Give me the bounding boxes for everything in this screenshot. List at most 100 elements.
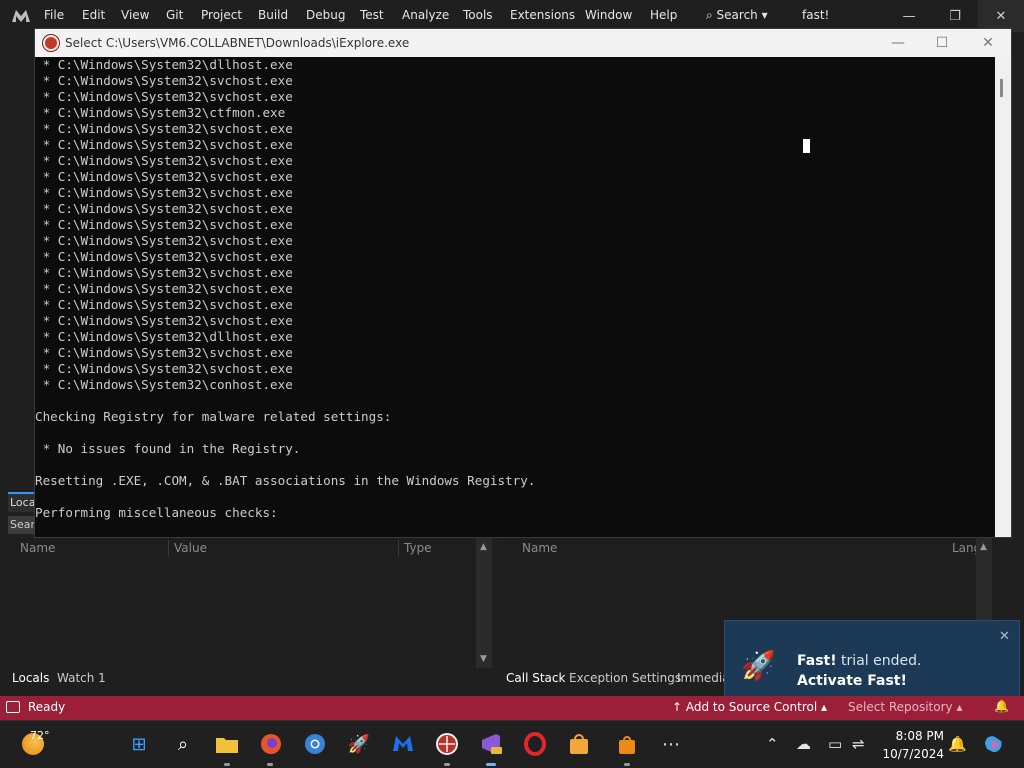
close-icon[interactable]: ✕ <box>999 629 1010 644</box>
select-repository-button[interactable]: Select Repository ▴ <box>848 700 962 714</box>
network-icon[interactable]: ⇌ <box>852 735 865 753</box>
menu-extensions[interactable]: Extensions <box>510 8 575 22</box>
tab-immediate-window[interactable]: Immediate Window <box>677 671 727 685</box>
console-close-button[interactable]: ✕ <box>965 29 1011 57</box>
fast-rocket-icon[interactable]: 🚀 <box>346 731 372 757</box>
status-bar: Ready ↑ Add to Source Control ▴ Select R… <box>0 696 1024 720</box>
vs-search-box[interactable]: ⌕ Search ▾ <box>706 8 768 23</box>
console-line: * C:\Windows\System32\svchost.exe <box>35 233 293 248</box>
search-label: Search <box>716 8 758 22</box>
console-line: * No issues found in the Registry. <box>35 441 301 456</box>
store-bag-icon[interactable] <box>566 731 592 757</box>
tab-watch-1[interactable]: Watch 1 <box>57 671 106 685</box>
console-window[interactable]: Select C:\Users\VM6.COLLABNET\Downloads\… <box>34 28 1012 538</box>
app-shield-taskbar-icon[interactable] <box>434 731 460 757</box>
notification-bell-icon[interactable]: 🔔 <box>948 735 967 753</box>
tab-call-stack[interactable]: Call Stack <box>506 671 565 685</box>
menu-analyze[interactable]: Analyze <box>402 8 449 22</box>
solution-name: fast! <box>802 8 830 22</box>
console-line: * C:\Windows\System32\svchost.exe <box>35 249 293 264</box>
locals-search-input[interactable]: Search <box>8 516 34 534</box>
console-line: Resetting .EXE, .COM, & .BAT association… <box>35 473 536 488</box>
notification-bell-icon[interactable]: 🔔 <box>994 699 1009 713</box>
callstack-tab-strip: Call Stack Exception Settings Immediate … <box>500 668 730 690</box>
add-to-source-control-button[interactable]: ↑ Add to Source Control ▴ <box>672 700 827 714</box>
app-shield-icon <box>43 35 59 51</box>
visual-studio-preview-icon[interactable] <box>478 731 504 757</box>
scroll-up-icon[interactable]: ▲ <box>980 542 987 552</box>
scroll-down-icon[interactable]: ▼ <box>480 654 487 664</box>
clock-time[interactable]: 8:08 PM <box>884 729 944 743</box>
menu-tools[interactable]: Tools <box>463 8 493 22</box>
column-header-name[interactable]: Name <box>20 541 55 555</box>
menu-git[interactable]: Git <box>166 8 183 22</box>
chrome-icon[interactable] <box>302 731 328 757</box>
locals-tab-header[interactable]: Locals <box>8 492 34 512</box>
console-maximize-button[interactable]: ☐ <box>919 29 965 57</box>
menu-window[interactable]: Window <box>585 8 632 22</box>
console-line: * C:\Windows\System32\dllhost.exe <box>35 329 293 344</box>
console-line: * C:\Windows\System32\svchost.exe <box>35 217 293 232</box>
console-line: * C:\Windows\System32\svchost.exe <box>35 361 293 376</box>
console-line: * C:\Windows\System32\svchost.exe <box>35 185 293 200</box>
locals-scrollbar[interactable]: ▲ ▼ <box>476 538 492 668</box>
console-line: * C:\Windows\System32\svchost.exe <box>35 73 293 88</box>
output-window-icon[interactable] <box>6 701 20 713</box>
tray-chevron-up-icon[interactable]: ⌃ <box>766 735 779 753</box>
column-separator[interactable] <box>398 540 399 556</box>
weather-temperature[interactable]: 72° <box>30 729 50 742</box>
scrollbar-thumb[interactable] <box>1000 79 1003 97</box>
windows-start-icon[interactable]: ⊞ <box>126 731 152 757</box>
console-output[interactable]: * C:\Windows\System32\dllhost.exe * C:\W… <box>35 57 995 537</box>
console-line: * C:\Windows\System32\dllhost.exe <box>35 57 293 72</box>
vs-logo-icon <box>12 10 30 22</box>
file-explorer-icon[interactable] <box>214 731 240 757</box>
shopping-bag-icon[interactable] <box>614 731 640 757</box>
column-header-type[interactable]: Type <box>404 541 432 555</box>
menu-test[interactable]: Test <box>360 8 384 22</box>
column-header-name[interactable]: Name <box>522 541 557 555</box>
console-line: * C:\Windows\System32\svchost.exe <box>35 313 293 328</box>
console-line: Performing miscellaneous checks: <box>35 505 278 520</box>
menu-build[interactable]: Build <box>258 8 288 22</box>
overflow-dots-icon[interactable]: ⋯ <box>658 731 684 757</box>
toast-activate-link[interactable]: Activate Fast! <box>797 673 907 689</box>
menu-view[interactable]: View <box>121 8 149 22</box>
search-icon[interactable]: ⌕ <box>170 731 196 757</box>
column-header-value[interactable]: Value <box>174 541 207 555</box>
menu-project[interactable]: Project <box>201 8 242 22</box>
text-cursor <box>803 139 810 153</box>
menu-edit[interactable]: Edit <box>82 8 105 22</box>
malwarebytes-icon[interactable] <box>390 731 416 757</box>
opera-icon[interactable] <box>522 731 548 757</box>
menu-file[interactable]: File <box>44 8 64 22</box>
console-scrollbar[interactable] <box>995 57 1011 537</box>
console-line: * C:\Windows\System32\svchost.exe <box>35 137 293 152</box>
display-icon[interactable]: ▭ <box>828 735 842 753</box>
menu-debug[interactable]: Debug <box>306 8 345 22</box>
console-line: * C:\Windows\System32\svchost.exe <box>35 121 293 136</box>
column-separator[interactable] <box>168 540 169 556</box>
console-title: Select C:\Users\VM6.COLLABNET\Downloads\… <box>65 36 410 50</box>
console-line: * C:\Windows\System32\svchost.exe <box>35 153 293 168</box>
onedrive-offline-icon[interactable]: ☁ <box>796 735 811 753</box>
rocket-icon: 🚀 <box>741 649 776 682</box>
tab-exception-settings[interactable]: Exception Settings <box>569 671 681 685</box>
console-line: * C:\Windows\System32\svchost.exe <box>35 345 293 360</box>
toast-brand: Fast! <box>797 653 837 669</box>
copilot-icon[interactable] <box>980 731 1006 757</box>
console-line: * C:\Windows\System32\svchost.exe <box>35 297 293 312</box>
console-line: * C:\Windows\System32\ctfmon.exe <box>35 105 286 120</box>
console-line: * C:\Windows\System32\svchost.exe <box>35 265 293 280</box>
tab-locals[interactable]: Locals <box>12 671 49 685</box>
clock-date[interactable]: 10/7/2024 <box>880 747 944 761</box>
menu-help[interactable]: Help <box>650 8 677 22</box>
console-minimize-button[interactable]: — <box>875 29 921 57</box>
console-title-bar[interactable]: Select C:\Users\VM6.COLLABNET\Downloads\… <box>35 29 1011 57</box>
search-icon: ⌕ <box>706 8 717 22</box>
firefox-icon[interactable] <box>258 731 284 757</box>
trial-ended-toast[interactable]: ✕ 🚀 Fast! trial ended. Activate Fast! <box>724 620 1020 700</box>
scroll-up-icon[interactable]: ▲ <box>480 542 487 552</box>
